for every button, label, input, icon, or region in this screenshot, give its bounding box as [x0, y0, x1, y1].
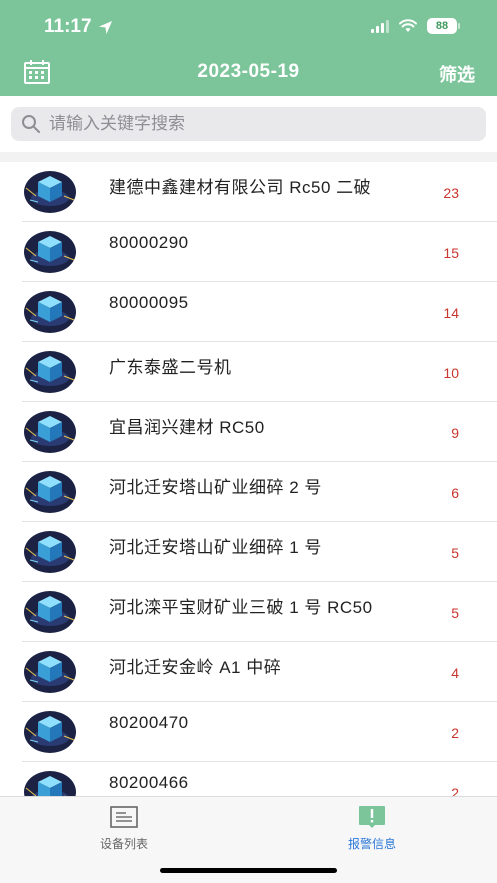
- device-cube-icon: [24, 170, 76, 214]
- alarm-count: 14: [443, 305, 459, 321]
- alarm-count: 6: [451, 485, 459, 501]
- search-box[interactable]: [11, 107, 486, 141]
- alarm-count: 23: [443, 185, 459, 201]
- device-row[interactable]: 80200466 2: [0, 762, 497, 796]
- device-name: 河北滦平宝财矿业三破 1 号 RC50: [109, 598, 373, 617]
- device-cube-icon: [24, 470, 76, 514]
- device-name: 80200466: [109, 773, 189, 792]
- device-cube-icon: [24, 770, 76, 796]
- location-arrow-icon: [98, 20, 112, 34]
- alarm-count: 2: [451, 785, 459, 796]
- alarm-count: 10: [443, 365, 459, 381]
- device-name: 80200470: [109, 713, 189, 732]
- device-name: 河北迁安塔山矿业细碎 1 号: [109, 538, 322, 557]
- alarm-count: 4: [451, 665, 459, 681]
- search-input[interactable]: [49, 114, 486, 134]
- device-row[interactable]: 80200470 2: [0, 702, 497, 762]
- home-indicator: [160, 868, 337, 873]
- alarm-count: 2: [451, 725, 459, 741]
- device-cube-icon: [24, 650, 76, 694]
- device-name: 宜昌润兴建材 RC50: [109, 418, 265, 437]
- status-time: 11:17: [44, 16, 113, 38]
- alarm-count: 5: [451, 605, 459, 621]
- device-cube-icon: [24, 230, 76, 274]
- device-name: 河北迁安塔山矿业细碎 2 号: [109, 478, 322, 497]
- app-header: 11:17 88 2023-05-19 筛选: [0, 0, 497, 96]
- device-row[interactable]: 河北迁安金岭 A1 中碎 4: [0, 642, 497, 702]
- device-name: 建德中鑫建材有限公司 Rc50 二破: [109, 178, 372, 197]
- device-row[interactable]: 河北迁安塔山矿业细碎 2 号 6: [0, 462, 497, 522]
- filter-button[interactable]: 筛选: [439, 61, 475, 87]
- device-name: 广东泰盛二号机: [109, 358, 232, 377]
- device-cube-icon: [24, 710, 76, 754]
- list-document-icon: [110, 806, 138, 828]
- search-icon: [22, 115, 40, 133]
- status-indicators: 88: [371, 18, 460, 34]
- battery-level: 88: [435, 20, 449, 32]
- device-row[interactable]: 广东泰盛二号机 10: [0, 342, 497, 402]
- device-name: 80000095: [109, 293, 189, 312]
- device-name: 80000290: [109, 233, 189, 252]
- device-row[interactable]: 80000290 15: [0, 222, 497, 282]
- device-list: 建德中鑫建材有限公司 Rc50 二破 23 80000290 15 800000…: [0, 162, 497, 796]
- device-cube-icon: [24, 530, 76, 574]
- device-row[interactable]: 河北迁安塔山矿业细碎 1 号 5: [0, 522, 497, 582]
- tab-devices[interactable]: 设备列表: [64, 805, 184, 852]
- tab-devices-label: 设备列表: [99, 837, 148, 851]
- battery-icon: 88: [427, 18, 460, 34]
- status-time-text: 11:17: [44, 16, 92, 37]
- device-row[interactable]: 建德中鑫建材有限公司 Rc50 二破 23: [0, 162, 497, 222]
- device-cube-icon: [24, 410, 76, 454]
- alarm-message-icon: [359, 806, 385, 828]
- alarm-count: 15: [443, 245, 459, 261]
- tab-alarms-label: 报警信息: [347, 837, 396, 851]
- device-cube-icon: [24, 350, 76, 394]
- cellular-signal-icon: [371, 19, 389, 33]
- device-row[interactable]: 80000095 14: [0, 282, 497, 342]
- device-row[interactable]: 河北滦平宝财矿业三破 1 号 RC50 5: [0, 582, 497, 642]
- alarm-count: 9: [451, 425, 459, 441]
- alarm-count: 5: [451, 545, 459, 561]
- tab-alarms[interactable]: 报警信息: [312, 805, 432, 852]
- page-title[interactable]: 2023-05-19: [0, 61, 497, 83]
- device-cube-icon: [24, 590, 76, 634]
- wifi-icon: [399, 19, 417, 32]
- device-row[interactable]: 宜昌润兴建材 RC50 9: [0, 402, 497, 462]
- device-name: 河北迁安金岭 A1 中碎: [109, 658, 282, 677]
- device-cube-icon: [24, 290, 76, 334]
- search-bar: [0, 96, 497, 152]
